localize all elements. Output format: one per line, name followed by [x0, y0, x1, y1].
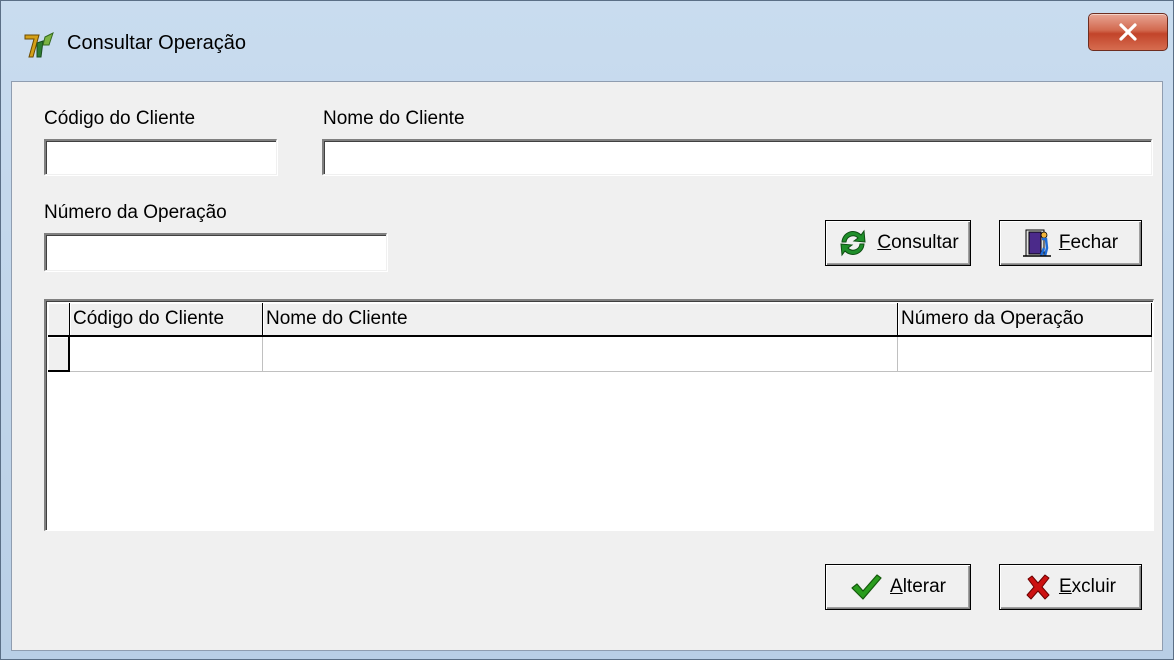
- alterar-label: Alterar: [890, 576, 946, 597]
- fechar-label: Fechar: [1058, 232, 1119, 253]
- column-header-numero[interactable]: Número da Operação: [898, 303, 1152, 337]
- grid-cell[interactable]: [70, 337, 263, 372]
- app-logo-icon: [23, 31, 57, 59]
- operations-grid[interactable]: Código do Cliente Nome do Cliente Número…: [44, 299, 1154, 531]
- numero-operacao-label: Número da Operação: [44, 202, 227, 223]
- window-title: Consultar Operação: [67, 32, 246, 54]
- grid-cell[interactable]: [898, 337, 1152, 372]
- checkmark-icon: [851, 574, 882, 600]
- codigo-cliente-field[interactable]: [44, 139, 277, 175]
- row-indicator[interactable]: [48, 337, 70, 372]
- dialog-window: Consultar Operação Código do Cliente Nom…: [0, 0, 1174, 660]
- fechar-button[interactable]: Fechar: [999, 220, 1142, 266]
- refresh-icon: [840, 229, 866, 257]
- consultar-button[interactable]: Consultar: [825, 220, 971, 266]
- numero-operacao-field[interactable]: [44, 233, 387, 271]
- codigo-cliente-label: Código do Cliente: [44, 108, 196, 129]
- column-header-nome[interactable]: Nome do Cliente: [263, 303, 898, 337]
- exit-door-icon: [1022, 229, 1051, 257]
- alterar-button[interactable]: Alterar: [825, 564, 971, 610]
- grid-corner-header: [48, 303, 70, 337]
- excluir-button[interactable]: Excluir: [999, 564, 1142, 610]
- close-button[interactable]: [1088, 13, 1168, 51]
- nome-cliente-label: Nome do Cliente: [323, 108, 465, 129]
- red-x-icon: [1026, 574, 1050, 600]
- grid-cell[interactable]: [263, 337, 898, 372]
- codigo-cliente-input[interactable]: [46, 141, 276, 174]
- dialog-body: Código do Cliente Nome do Cliente Número…: [11, 81, 1163, 651]
- close-icon: [1119, 23, 1137, 41]
- column-header-codigo[interactable]: Código do Cliente: [70, 303, 263, 337]
- consultar-label: Consultar: [877, 232, 959, 253]
- title-bar[interactable]: Consultar Operação: [1, 1, 1173, 81]
- nome-cliente-input[interactable]: [324, 141, 1151, 174]
- nome-cliente-field[interactable]: [322, 139, 1152, 175]
- excluir-label: Excluir: [1058, 576, 1117, 597]
- numero-operacao-input[interactable]: [46, 235, 386, 270]
